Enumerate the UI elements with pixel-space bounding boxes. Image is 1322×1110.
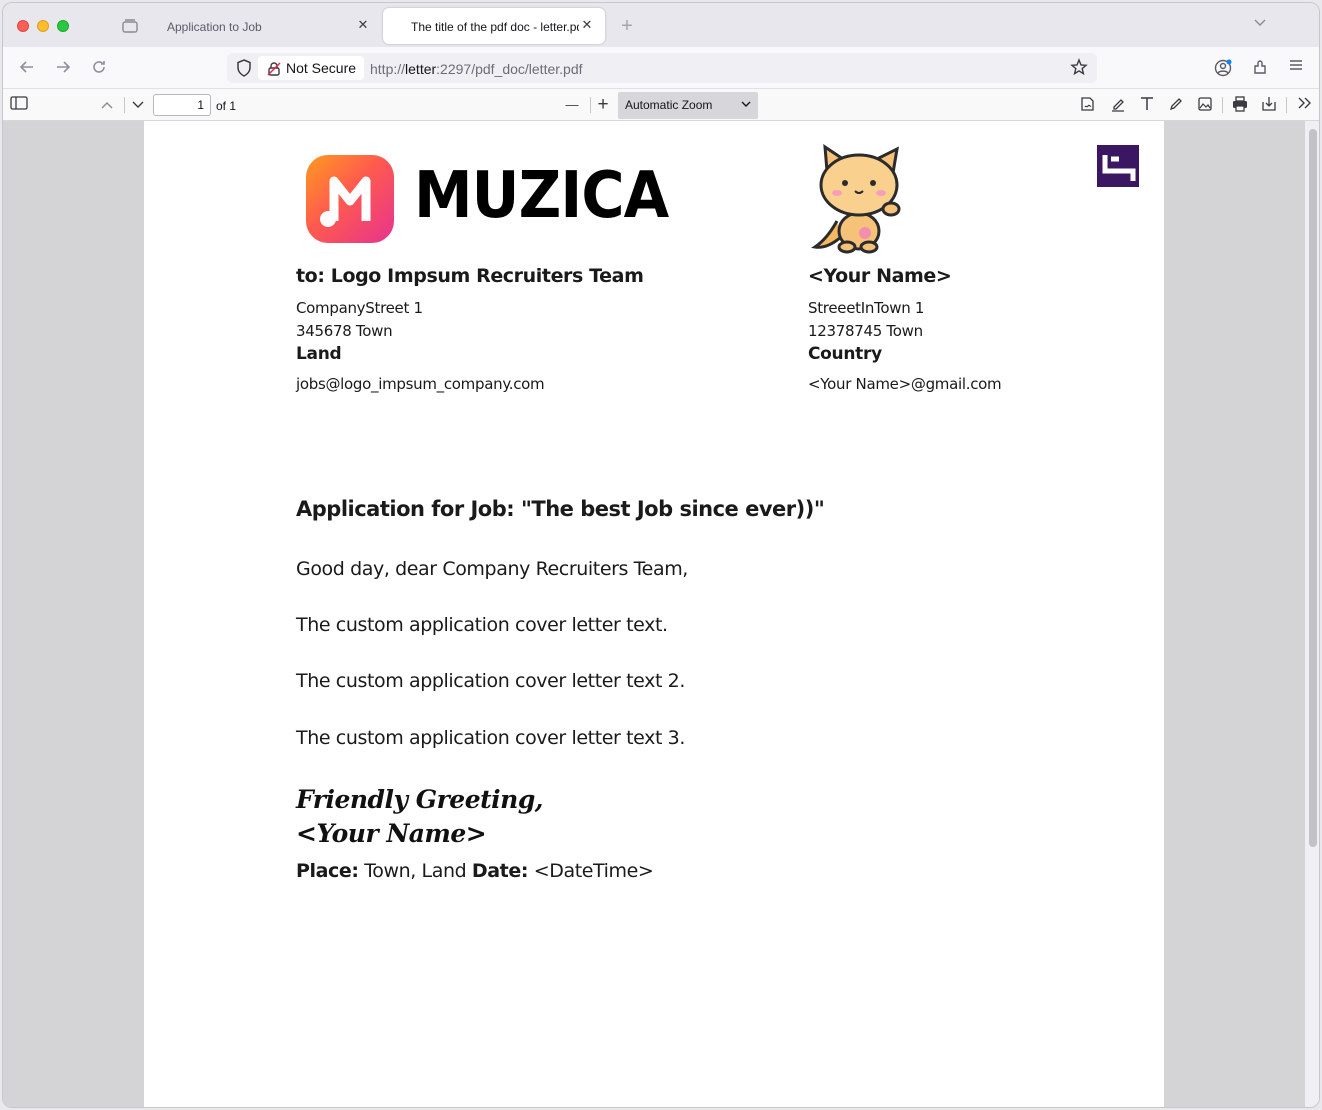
recipient-country: Land bbox=[296, 344, 342, 364]
tab-close-icon[interactable]: ✕ bbox=[355, 17, 371, 33]
extensions-icon[interactable] bbox=[1249, 58, 1271, 78]
sender-email: <Your Name>@gmail.com bbox=[808, 375, 1002, 393]
company-corner-logo-icon bbox=[1097, 145, 1139, 187]
site-security-indicator[interactable]: Not Secure bbox=[258, 56, 365, 80]
toolbar-separator bbox=[590, 97, 591, 113]
security-label: Not Secure bbox=[286, 60, 357, 76]
place-value: Town, Land bbox=[364, 860, 467, 882]
navigation-toolbar: Not Secure http://letter:2297/pdf_doc/le… bbox=[3, 47, 1319, 89]
tab-application-to-job[interactable]: Application to Job ✕ bbox=[155, 8, 381, 44]
scrollbar-thumb[interactable] bbox=[1309, 129, 1317, 847]
add-image-icon[interactable] bbox=[1194, 95, 1216, 115]
bookmark-star-icon[interactable] bbox=[1069, 58, 1089, 78]
print-icon[interactable] bbox=[1229, 95, 1251, 115]
recipient-street: CompanyStreet 1 bbox=[296, 299, 423, 317]
letter-greeting: Good day, dear Company Recruiters Team, bbox=[296, 558, 688, 580]
close-window-button[interactable] bbox=[17, 20, 29, 32]
zoom-in-button[interactable]: + bbox=[592, 95, 614, 115]
pdf-viewer[interactable]: MUZICA to: Logo Impsum Recruiters Team C… bbox=[3, 121, 1305, 1107]
sender-country: Country bbox=[808, 344, 882, 364]
tab-letter-pdf[interactable]: The title of the pdf doc - letter.pdf ✕ bbox=[383, 8, 605, 44]
back-arrow-icon[interactable] bbox=[17, 58, 37, 78]
letter-closing: Friendly Greeting, bbox=[296, 785, 544, 814]
letter-subject: Application for Job: "The best Job since… bbox=[296, 497, 825, 521]
save-download-icon[interactable] bbox=[1258, 95, 1280, 115]
next-page-icon[interactable] bbox=[127, 95, 149, 115]
tab-strip: Application to Job ✕ The title of the pd… bbox=[3, 3, 1319, 47]
zoom-select[interactable]: Automatic Zoom bbox=[618, 92, 758, 119]
pdf-toolbar: 1 of 1 — + Automatic Zoom bbox=[3, 89, 1319, 121]
hamburger-menu-icon[interactable] bbox=[1285, 58, 1307, 78]
sender-heading: <Your Name> bbox=[808, 265, 952, 287]
minimize-window-button[interactable] bbox=[37, 20, 49, 32]
add-signature-icon[interactable] bbox=[1077, 95, 1099, 115]
forward-arrow-icon[interactable] bbox=[53, 58, 73, 78]
page-count: of 1 bbox=[216, 99, 237, 113]
draw-icon[interactable] bbox=[1165, 95, 1187, 115]
cat-mascot-image bbox=[807, 143, 911, 255]
muzica-logo-icon bbox=[306, 155, 394, 243]
browser-window: Application to Job ✕ The title of the pd… bbox=[2, 2, 1320, 1108]
url-text[interactable]: http://letter:2297/pdf_doc/letter.pdf bbox=[370, 61, 583, 77]
recipient-heading: to: Logo Impsum Recruiters Team bbox=[296, 265, 644, 287]
tab-label: Application to Job bbox=[167, 20, 262, 34]
previous-page-icon[interactable] bbox=[96, 95, 118, 115]
list-all-tabs-icon[interactable] bbox=[1253, 16, 1267, 30]
tools-chevron-icon[interactable] bbox=[1293, 95, 1315, 115]
muzica-logo-text: MUZICA bbox=[414, 159, 669, 233]
zoom-out-button[interactable]: — bbox=[561, 95, 583, 115]
recipient-email: jobs@logo_impsum_company.com bbox=[296, 375, 545, 393]
pdf-page: MUZICA to: Logo Impsum Recruiters Team C… bbox=[144, 121, 1164, 1107]
url-host: letter bbox=[405, 61, 437, 77]
date-value: <DateTime> bbox=[533, 860, 654, 882]
highlight-icon[interactable] bbox=[1107, 95, 1129, 115]
tab-close-icon[interactable]: ✕ bbox=[579, 17, 595, 33]
chevron-down-icon bbox=[740, 92, 752, 119]
letter-paragraph: The custom application cover letter text… bbox=[296, 670, 685, 692]
url-scheme: http:// bbox=[370, 61, 406, 77]
tracking-protection-shield-icon[interactable] bbox=[235, 58, 253, 78]
letter-paragraph: The custom application cover letter text… bbox=[296, 727, 685, 749]
place-date-line: Place: Town, Land Date: <DateTime> bbox=[296, 860, 654, 882]
tab-overview-icon[interactable] bbox=[121, 18, 139, 34]
url-path: :2297/pdf_doc/letter.pdf bbox=[436, 61, 583, 77]
account-icon[interactable] bbox=[1212, 58, 1234, 78]
letter-paragraph: The custom application cover letter text… bbox=[296, 614, 668, 636]
sender-city: 12378745 Town bbox=[808, 322, 923, 340]
insecure-lock-icon bbox=[266, 60, 282, 76]
reload-icon[interactable] bbox=[89, 58, 109, 78]
vertical-scrollbar[interactable] bbox=[1305, 121, 1319, 1107]
place-label: Place: bbox=[296, 860, 359, 882]
new-tab-button[interactable]: + bbox=[617, 16, 637, 36]
zoom-window-button[interactable] bbox=[57, 20, 69, 32]
page-number-input[interactable]: 1 bbox=[153, 94, 211, 116]
date-label: Date: bbox=[471, 860, 529, 882]
zoom-select-value: Automatic Zoom bbox=[625, 98, 713, 112]
tab-label: The title of the pdf doc - letter.pdf bbox=[411, 20, 579, 34]
toolbar-separator bbox=[1286, 97, 1287, 113]
sidebar-toggle-icon[interactable] bbox=[8, 95, 30, 115]
sender-street: StreeetInTown 1 bbox=[808, 299, 925, 317]
text-tool-icon[interactable] bbox=[1136, 95, 1158, 115]
toolbar-separator bbox=[124, 97, 125, 113]
toolbar-separator bbox=[1222, 97, 1223, 113]
letter-signature: <Your Name> bbox=[296, 819, 487, 848]
recipient-city: 345678 Town bbox=[296, 322, 393, 340]
